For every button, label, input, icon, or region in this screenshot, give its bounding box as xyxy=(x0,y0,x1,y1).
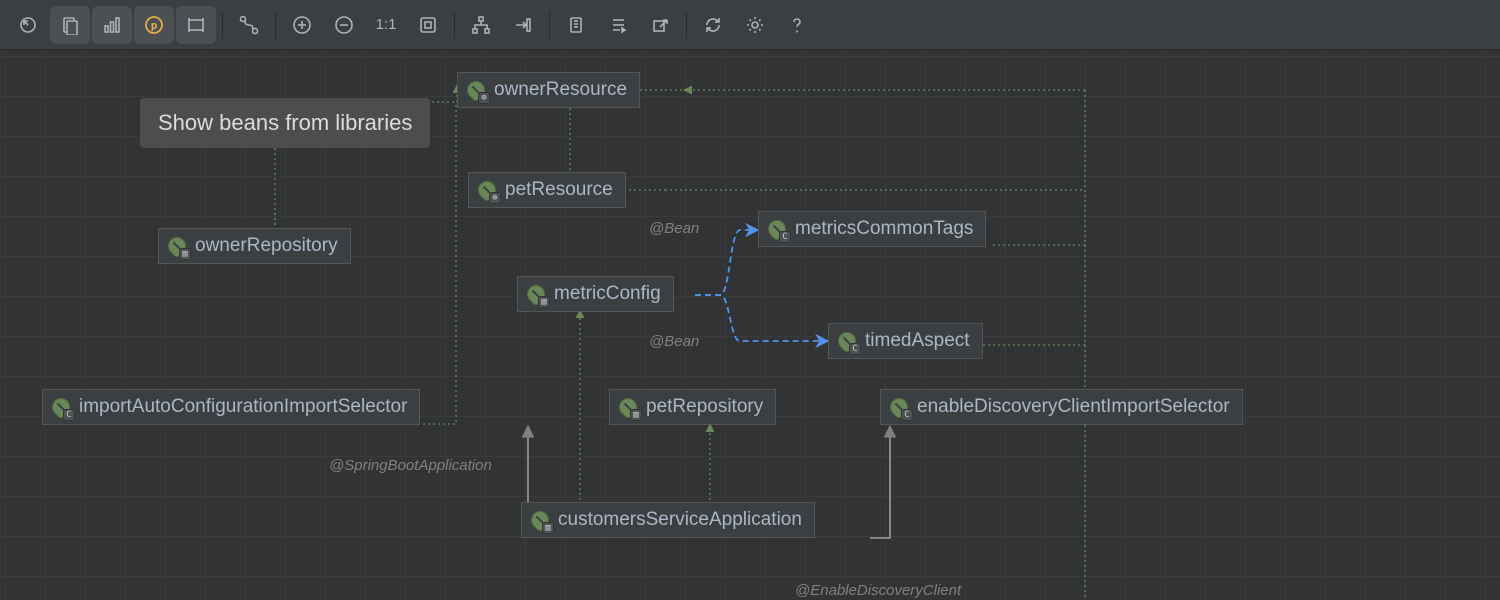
bean-icon: ⊕ xyxy=(477,180,497,200)
svg-text:p: p xyxy=(151,19,158,32)
zoom-scale-label[interactable]: 1:1 xyxy=(366,6,406,44)
node-label: customersServiceApplication xyxy=(558,509,802,531)
package-icon[interactable]: p xyxy=(134,6,174,44)
bean-icon: ▥ xyxy=(530,510,550,530)
node-enable-discovery[interactable]: C enableDiscoveryClientImportSelector xyxy=(880,389,1243,425)
help-icon[interactable] xyxy=(777,6,817,44)
node-timed-aspect[interactable]: C timedAspect xyxy=(828,323,983,359)
node-customers-service-app[interactable]: ▥ customersServiceApplication xyxy=(521,502,815,538)
node-label: metricsCommonTags xyxy=(795,218,973,240)
node-pet-resource[interactable]: ⊕ petResource xyxy=(468,172,626,208)
gear-icon[interactable] xyxy=(735,6,775,44)
node-owner-repository[interactable]: ▥ ownerRepository xyxy=(158,228,351,264)
diagram-canvas[interactable]: ⊕ ownerResource ⊕ petResource ▥ ownerRep… xyxy=(0,50,1500,600)
documents-icon[interactable] xyxy=(50,6,90,44)
node-metrics-common-tags[interactable]: C metricsCommonTags xyxy=(758,211,986,247)
export-icon[interactable] xyxy=(640,6,680,44)
toolbar-separator xyxy=(275,11,276,39)
edge-label-bean: @Bean xyxy=(649,220,699,237)
list-icon[interactable] xyxy=(598,6,638,44)
node-label: importAutoConfigurationImportSelector xyxy=(79,396,407,418)
frame-icon[interactable] xyxy=(176,6,216,44)
bean-icon: C xyxy=(51,397,71,417)
merge-icon[interactable] xyxy=(503,6,543,44)
bean-icon: C xyxy=(889,397,909,417)
node-label: timedAspect xyxy=(865,330,970,352)
back-icon[interactable] xyxy=(8,6,48,44)
edge-label-discovery: @EnableDiscoveryClient xyxy=(795,582,961,599)
bean-icon: C xyxy=(837,331,857,351)
edge-label-springboot: @SpringBootApplication xyxy=(329,457,492,474)
bean-icon: ▥ xyxy=(618,397,638,417)
tooltip: Show beans from libraries xyxy=(140,98,430,148)
tooltip-text: Show beans from libraries xyxy=(158,110,412,135)
toolbar-separator xyxy=(686,11,687,39)
connector-icon[interactable] xyxy=(229,6,269,44)
copy-icon[interactable] xyxy=(556,6,596,44)
zoom-in-icon[interactable] xyxy=(282,6,322,44)
node-label: ownerRepository xyxy=(195,235,338,257)
node-import-auto-config[interactable]: C importAutoConfigurationImportSelector xyxy=(42,389,420,425)
node-label: metricConfig xyxy=(554,283,661,305)
node-label: enableDiscoveryClientImportSelector xyxy=(917,396,1230,418)
edge-label-bean: @Bean xyxy=(649,333,699,350)
node-label: petRepository xyxy=(646,396,763,418)
node-label: petResource xyxy=(505,179,613,201)
hierarchy-icon[interactable] xyxy=(461,6,501,44)
toolbar-separator xyxy=(454,11,455,39)
bean-icon: ⊕ xyxy=(466,80,486,100)
node-metric-config[interactable]: ▥ metricConfig xyxy=(517,276,674,312)
node-pet-repository[interactable]: ▥ petRepository xyxy=(609,389,776,425)
toolbar: p 1:1 xyxy=(0,0,1500,50)
node-label: ownerResource xyxy=(494,79,627,101)
bean-icon: C xyxy=(767,219,787,239)
fit-icon[interactable] xyxy=(408,6,448,44)
toolbar-separator xyxy=(222,11,223,39)
bean-icon: ▥ xyxy=(526,284,546,304)
chart-icon[interactable] xyxy=(92,6,132,44)
refresh-icon[interactable] xyxy=(693,6,733,44)
toolbar-separator xyxy=(549,11,550,39)
zoom-out-icon[interactable] xyxy=(324,6,364,44)
bean-icon: ▥ xyxy=(167,236,187,256)
node-owner-resource[interactable]: ⊕ ownerResource xyxy=(457,72,640,108)
